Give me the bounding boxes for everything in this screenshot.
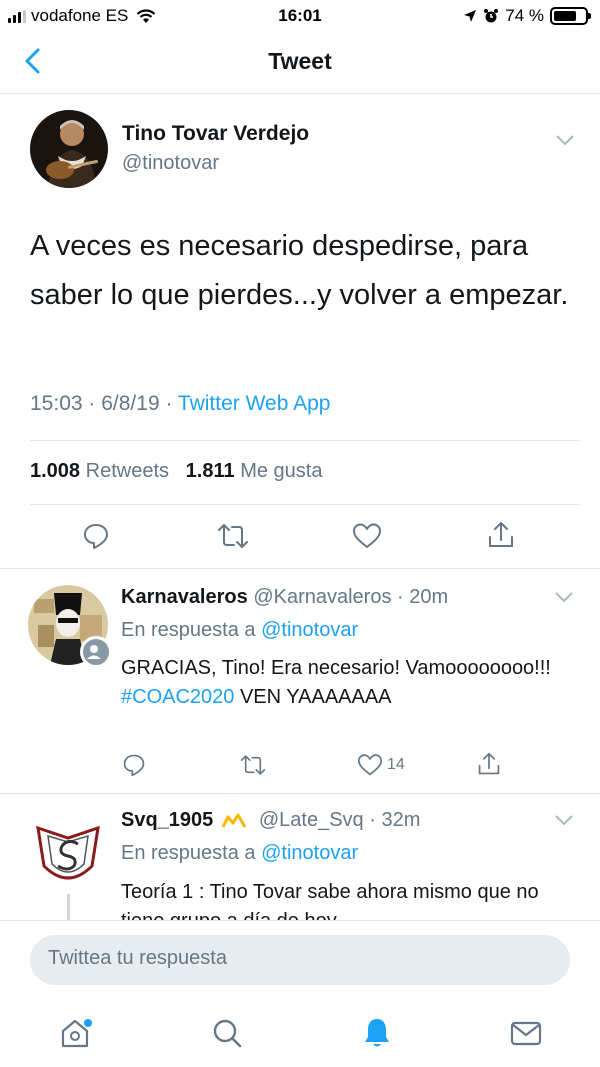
author-name[interactable]: Tino Tovar Verdejo [122,122,309,146]
tweet-stats: 1.008 Retweets 1.811 Me gusta [30,460,322,483]
reply-tweet[interactable]: Svq_1905 @Late_Svq · 32m En respuesta a … [0,794,600,920]
reply-to-mention[interactable]: @tinotovar [261,842,358,864]
reply-header: Svq_1905 @Late_Svq · 32m [121,809,420,832]
thread-line [67,894,70,920]
chevron-down-icon[interactable] [555,134,575,146]
chevron-down-icon[interactable] [554,814,574,826]
reply-author-name[interactable]: Svq_1905 [121,809,213,831]
tweet-actions [0,518,600,558]
battery-percentage: 74 % [505,6,544,25]
retweets-stat[interactable]: 1.008 Retweets [30,460,169,482]
battery-icon [550,7,591,25]
location-arrow-icon [464,10,477,22]
reply-icon[interactable] [122,753,146,777]
time-separator: · [391,586,410,608]
reply-to-line: En respuesta a @tinotovar [121,619,359,641]
reply-text: Teoría 1 : Tino Tovar sabe ahora mismo q… [121,881,539,920]
crown-icon [221,813,247,828]
reply-tweet[interactable]: Karnavaleros @Karnavaleros · 20m En resp… [0,569,600,792]
divider [30,440,580,441]
likes-stat[interactable]: 1.811 Me gusta [186,460,323,482]
status-bar: vodafone ES 16:01 74 % [0,0,600,32]
retweet-icon[interactable] [217,522,249,550]
reply-icon[interactable] [82,522,110,550]
reply-author-handle[interactable]: @Karnavaleros [253,586,391,608]
tweet-date: 6/8/19 [101,392,160,415]
messages-icon[interactable] [508,1015,544,1051]
reply-author-avatar[interactable] [28,808,108,888]
reply-time: 20m [409,586,449,608]
bottom-area: Twittea tu respuesta [0,920,600,1067]
hashtag-link[interactable]: #COAC2020 [121,686,234,708]
chevron-down-icon[interactable] [554,591,574,603]
author-avatar[interactable] [30,110,108,188]
tweet-text: A veces es necesario despedirse, para sa… [30,230,569,311]
new-content-dot [84,1019,92,1027]
reply-author-handle[interactable]: @Late_Svq [259,809,364,831]
tweet-source-link[interactable]: Twitter Web App [178,392,331,415]
reply-text: GRACIAS, Tino! Era necesario! Vamooooooo… [121,657,551,708]
like-icon[interactable] [352,522,382,550]
navigation-bar: Tweet [0,32,600,94]
reply-to-line: En respuesta a @tinotovar [121,842,359,864]
retweet-icon[interactable] [240,753,266,777]
author-handle[interactable]: @tinotovar [122,152,219,175]
page-title: Tweet [268,48,332,74]
followed-badge [80,636,112,668]
search-icon[interactable] [209,1015,245,1051]
time-separator: · [363,809,382,831]
like-icon[interactable] [357,753,383,777]
meta-separator: · [165,392,178,415]
reply-time: 32m [381,809,421,831]
alarm-icon [484,9,499,23]
meta-separator: · [88,392,102,415]
share-icon[interactable] [477,751,501,777]
tweet-time: 15:03 [30,392,83,415]
reply-actions: 14 [0,751,600,781]
reply-author-name[interactable]: Karnavaleros [121,586,248,608]
user-icon [87,645,101,659]
reply-header: Karnavaleros @Karnavaleros · 20m [121,586,448,609]
tab-bar [0,1011,600,1066]
notifications-icon[interactable] [359,1015,395,1051]
like-count: 14 [387,756,405,773]
tweet-metadata: 15:03 · 6/8/19 · Twitter Web App [30,392,330,416]
divider [30,504,580,505]
reply-composer-input[interactable]: Twittea tu respuesta [30,935,570,985]
share-icon[interactable] [487,520,515,550]
reply-to-mention[interactable]: @tinotovar [261,619,358,641]
